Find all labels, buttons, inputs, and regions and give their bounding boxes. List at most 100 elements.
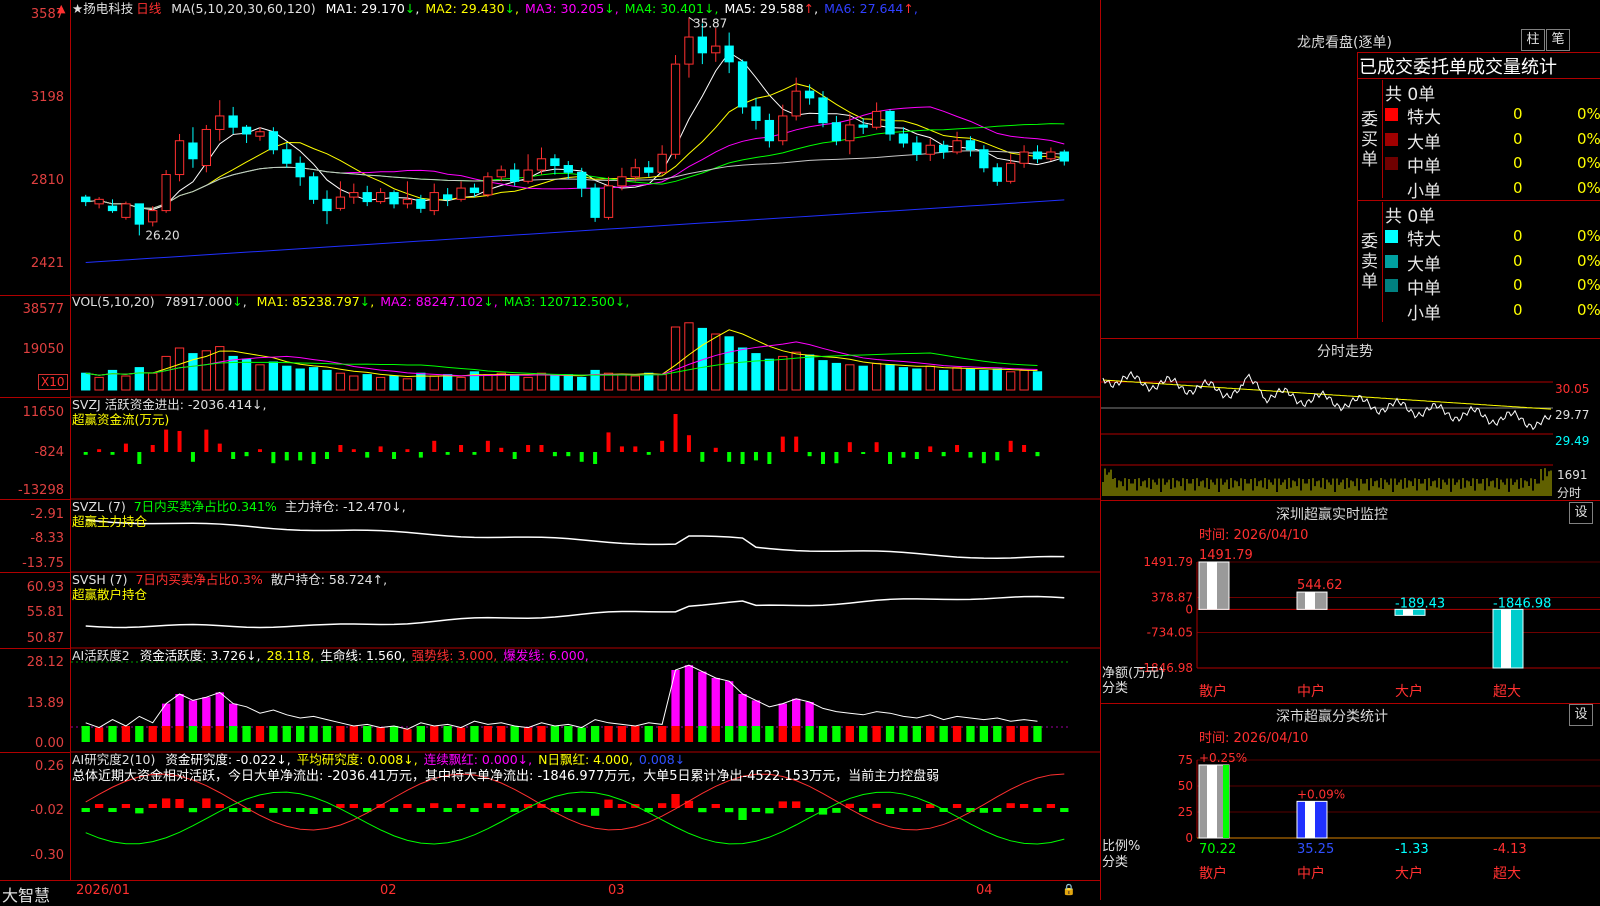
- fund-flow-bar: [646, 452, 651, 455]
- sz-monitor-unit-line1: 净额(万元): [1102, 666, 1165, 681]
- activity-burst-bar: [751, 700, 761, 726]
- intraday-tick: 29.49: [1555, 434, 1590, 448]
- indicator-label: 资金研究度: -0.022↓,: [165, 752, 291, 767]
- activity-bar: [1033, 726, 1042, 742]
- time-axis: 大智慧 2026/01 02 03 04 🔒: [0, 880, 1100, 905]
- research-bar: [711, 804, 720, 808]
- activity-bar: [296, 726, 305, 742]
- lock-icon[interactable]: 🔒: [1062, 883, 1076, 896]
- monitor-y-tick: 0: [1185, 602, 1193, 616]
- fund-flow-bar: [284, 452, 289, 461]
- research-bar: [952, 804, 962, 808]
- order-stats-divider: [1357, 78, 1600, 79]
- fund-flow-bar: [231, 452, 236, 459]
- activity-bar: [497, 726, 506, 742]
- candle-body: [925, 144, 935, 155]
- order-stat-row: 中单 0 0%: [1385, 274, 1600, 299]
- candle-body: [335, 196, 346, 209]
- research-bar: [430, 803, 439, 808]
- indicator-number: 30.205: [556, 1, 605, 16]
- order-stat-row: 特大 0 0%: [1385, 225, 1600, 250]
- research-bar: [604, 799, 613, 808]
- sz-classify-settings-button[interactable]: 设: [1569, 704, 1593, 726]
- research-bar: [899, 808, 908, 812]
- price-tick: 3198: [30, 90, 64, 105]
- indicator-label: 0.008↓: [638, 752, 686, 767]
- fund-flow-bar: [418, 452, 423, 458]
- classify-bar-value: 70.22: [1199, 842, 1236, 857]
- research-bar: [1006, 803, 1015, 808]
- research-bar: [148, 804, 157, 808]
- volume-bar: [241, 358, 252, 391]
- research-bar: [832, 808, 841, 813]
- price-tick: 2810: [30, 173, 64, 188]
- monitor-bar-value: 544.62: [1297, 578, 1343, 593]
- research-bar: [617, 804, 627, 808]
- activity-bar: [242, 726, 251, 742]
- candle-body: [1019, 151, 1029, 164]
- indicator-label: MA5:: [724, 1, 756, 16]
- indicator-value: MA1: 29.170↓,: [325, 1, 420, 16]
- research-bar: [979, 808, 989, 813]
- volume-bar: [228, 355, 238, 391]
- volume-bar: [938, 369, 949, 391]
- activity-burst-bar: [778, 703, 787, 726]
- volume-bar: [375, 376, 386, 391]
- candle-body: [322, 198, 332, 212]
- fund-flow-bar: [392, 452, 397, 459]
- volume-bar: [81, 372, 91, 391]
- indicator-label: 爆发线: 6.000,: [503, 648, 589, 663]
- fund-flow-bar: [325, 452, 329, 459]
- candle-body: [483, 176, 493, 196]
- candle-body: [724, 45, 734, 63]
- monitor-bar-highlight: [1501, 609, 1511, 668]
- monitor-category-label: 散户: [1199, 683, 1227, 700]
- trend-arrow: ↓: [359, 294, 371, 309]
- order-stat-value: 0: [1513, 105, 1523, 123]
- indicator-label: MA2:: [380, 294, 412, 309]
- order-stat-name: 大单: [1407, 132, 1441, 153]
- activity-bar: [403, 729, 412, 742]
- activity-bar: [389, 726, 399, 742]
- candle-body: [174, 140, 185, 176]
- ai-active-header: AI活跃度2 资金活跃度: 3.726↓, 28.118, 生命线: 1.560, 强…: [72, 648, 589, 663]
- sz-monitor-settings-button[interactable]: 设: [1569, 502, 1593, 524]
- indicator-label: MA2:: [425, 1, 457, 16]
- indicator-label: N日飘红: 4.000,: [538, 752, 633, 767]
- activity-bar: [336, 726, 345, 742]
- indicator-value: 生命线: 1.560,: [320, 648, 405, 663]
- order-stat-value: 0: [1513, 154, 1523, 172]
- activity-bar: [912, 726, 921, 742]
- star-icon: ★: [72, 1, 84, 16]
- candle-body: [295, 162, 305, 178]
- bar-mode-button[interactable]: 柱: [1521, 29, 1545, 51]
- svzl-tick: -2.91: [30, 507, 64, 522]
- activity-bar: [926, 726, 935, 742]
- svzl-axis: -2.91 -8.33 -13.75: [0, 499, 71, 573]
- volume-bar: [871, 362, 882, 391]
- candle-body: [536, 158, 547, 171]
- fund-flow-bar: [499, 447, 504, 452]
- activity-bar: [1019, 726, 1029, 742]
- order-stats-header: 已成交委托单成交量统计: [1359, 57, 1557, 78]
- activity-bar: [161, 726, 171, 742]
- time-label: 02: [380, 883, 397, 898]
- activity-bar: [604, 726, 613, 742]
- activity-bar: [81, 726, 90, 742]
- candle-body: [563, 165, 573, 173]
- research-bar: [885, 808, 895, 814]
- period-label[interactable]: 日线: [136, 1, 161, 16]
- indicator-value: MA4: 30.401↓,: [624, 1, 719, 16]
- classify-top-label: +0.25%: [1199, 751, 1247, 765]
- volume-bar: [483, 374, 493, 391]
- fund-flow-bar: [150, 445, 155, 452]
- buy-side-separator: [1382, 80, 1383, 198]
- pen-mode-button[interactable]: 笔: [1546, 29, 1570, 51]
- indicator-label: 平均研究度: 0.008↓,: [296, 752, 418, 767]
- research-bar: [121, 804, 131, 808]
- arrow-up-icon[interactable]: ▲: [57, 2, 65, 15]
- candle-body: [308, 176, 319, 200]
- activity-bar: [363, 726, 372, 742]
- research-bar: [564, 808, 573, 812]
- vol-label: VOL(5,10,20): [72, 294, 155, 309]
